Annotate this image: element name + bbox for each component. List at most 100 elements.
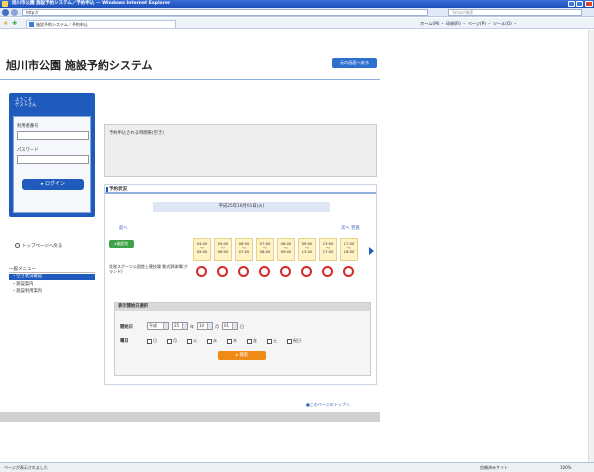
year-unit: 年 — [190, 324, 194, 329]
login-panel: ようこそ ゲストさん 利用者番号 パスワード ▸ ログイン — [9, 93, 95, 217]
status-header: 予約状況 — [105, 185, 376, 194]
month-select[interactable]: 10 — [197, 322, 213, 330]
login-form: 利用者番号 パスワード ▸ ログイン — [13, 116, 91, 213]
checkbox-icon — [207, 338, 212, 344]
prev-link[interactable]: 前へ — [119, 225, 128, 231]
page-top-link[interactable]: ■このページのトップへ — [306, 402, 350, 408]
available-slot-circle[interactable] — [217, 266, 228, 277]
sidebar-item-usage-guide[interactable]: ・施設利用案内 — [9, 289, 95, 295]
top-page-link-label: トップページへ戻る — [22, 244, 63, 249]
forward-button[interactable] — [11, 9, 18, 16]
start-date-label: 開始日 — [120, 325, 133, 330]
weekday-checkbox[interactable]: 金 — [247, 338, 257, 344]
weekday-checkbox[interactable]: 日 — [147, 338, 157, 344]
sidebar-item-availability[interactable]: ・空き状況確認 — [9, 274, 95, 280]
time-slot-table: ▸施設別 04:00 ～ 05:00 05:00 ～ 06:00 06:00 ～ 07:00… — [109, 238, 364, 281]
chevron-down-icon — [232, 323, 237, 329]
search-button[interactable]: ▸ 検索 — [218, 351, 266, 360]
ie-icon — [2, 1, 8, 7]
start-date-form: 表示開始日選択 開始日 平成 25 年 10 月 01 日 曜日 日 月 火 水… — [114, 302, 371, 376]
checkbox-icon — [167, 338, 172, 344]
available-slot-circle[interactable] — [322, 266, 333, 277]
window-title: 旭川市公園 施設予約システム／予約申込 － Windows Internet E… — [12, 1, 171, 6]
status-text: ページが表示されました — [4, 465, 48, 470]
scroll-right-arrow-icon[interactable] — [369, 247, 374, 255]
page-icon — [29, 22, 34, 27]
weekday-checkbox[interactable]: 火 — [187, 338, 197, 344]
facility-view-button[interactable]: ▸施設別 — [109, 240, 134, 248]
menu-divider — [9, 272, 95, 273]
user-id-field[interactable] — [17, 131, 89, 140]
vertical-scrollbar[interactable] — [588, 30, 594, 462]
available-slot-circle[interactable] — [301, 266, 312, 277]
next-link[interactable]: 次へ 翌週 — [341, 225, 360, 231]
tab-current[interactable]: 施設予約システム／予約申込 — [26, 20, 176, 28]
tab-title: 施設予約システム／予約申込 — [36, 22, 88, 27]
weekday-checkbox[interactable]: 土 — [267, 338, 277, 344]
checkbox-icon — [287, 338, 292, 344]
window-title-bar: 旭川市公園 施設予約システム／予約申込 － Windows Internet E… — [0, 0, 594, 8]
message-box: 予約申込される時間帯(空き) — [104, 124, 377, 177]
message-text: 予約申込される時間帯(空き) — [109, 131, 164, 136]
user-id-label: 利用者番号 — [17, 124, 39, 129]
available-slot-circle[interactable] — [280, 266, 291, 277]
day-select[interactable]: 01 — [222, 322, 238, 330]
checkbox-icon — [267, 338, 272, 344]
weekday-checkbox[interactable]: 水 — [207, 338, 217, 344]
site-title: 旭川市公園 施設予約システム — [6, 59, 153, 72]
weekday-checkbox[interactable]: 木 — [227, 338, 237, 344]
checkbox-icon — [247, 338, 252, 344]
day-unit: 日 — [240, 324, 244, 329]
add-favorite-icon[interactable]: ✚ — [12, 20, 17, 27]
reservation-status-panel: 予約状況 平成25年10月01日(火) 前へ 次へ 翌週 ▸施設別 04:00 ～… — [104, 184, 377, 385]
browser-status-bar: ページが表示されました 信頼済みサイト 100% — [0, 462, 594, 472]
facility-name: 花咲スポーツ公園陸上競技場 軟式野球場(グランド) — [109, 264, 188, 274]
form-title: 表示開始日選択 — [115, 303, 370, 311]
header-divider — [0, 79, 380, 80]
url-field[interactable]: http:// — [22, 9, 428, 16]
year-select[interactable]: 25 — [172, 322, 188, 330]
welcome-text: ようこそ ゲストさん — [15, 98, 37, 108]
minimize-button[interactable] — [568, 1, 575, 7]
time-slot-header: 17:00 ～ 18:00 — [340, 238, 358, 261]
password-field[interactable] — [17, 155, 89, 164]
maximize-button[interactable] — [576, 1, 583, 7]
time-slot-header: 09:00 ～ 13:00 — [298, 238, 316, 261]
close-window-button[interactable] — [585, 1, 593, 7]
checkbox-icon — [147, 338, 152, 344]
available-slot-circle[interactable] — [259, 266, 270, 277]
checkbox-icon — [227, 338, 232, 344]
page-content: 旭川市公園 施設予約システム 元の画面へ戻る ようこそ ゲストさん 利用者番号 … — [0, 30, 594, 462]
time-slot-header: 06:00 ～ 07:00 — [235, 238, 253, 261]
chevron-down-icon — [182, 323, 187, 329]
available-slot-circle[interactable] — [343, 266, 354, 277]
weekday-checkbox[interactable]: 祝日 — [287, 338, 301, 344]
weekday-label: 曜日 — [120, 339, 129, 344]
time-slot-header: 05:00 ～ 06:00 — [214, 238, 232, 261]
return-button[interactable]: 元の画面へ戻る — [332, 58, 377, 68]
current-date: 平成25年10月01日(火) — [153, 202, 330, 212]
available-slot-circle[interactable] — [238, 266, 249, 277]
favorites-bar: ★ ✚ 施設予約システム／予約申込 ホーム(M) ・ 印刷(R) ・ ページ(P… — [0, 18, 594, 29]
checkbox-icon — [187, 338, 192, 344]
time-slot-header: 13:00 ～ 17:00 — [319, 238, 337, 261]
chevron-down-icon — [163, 323, 168, 329]
address-bar: http:// Yahoo!検索 — [0, 8, 594, 17]
chevron-down-icon — [207, 323, 212, 329]
login-button[interactable]: ▸ ログイン — [22, 179, 84, 190]
favorites-star-icon[interactable]: ★ — [3, 20, 8, 27]
command-bar[interactable]: ホーム(M) ・ 印刷(R) ・ ページ(P) ・ ツール(O) ・ — [420, 20, 517, 27]
search-field[interactable]: Yahoo!検索 — [448, 9, 582, 16]
arrow-circle-icon — [15, 243, 20, 248]
weekday-checkbox[interactable]: 月 — [167, 338, 177, 344]
zoom-level[interactable]: 100% — [560, 463, 571, 472]
footer-band — [0, 412, 380, 422]
time-slot-header: 08:00 ～ 09:00 — [277, 238, 295, 261]
back-button[interactable] — [2, 9, 9, 16]
available-slot-circle[interactable] — [196, 266, 207, 277]
era-select[interactable]: 平成 — [147, 322, 169, 330]
sidebar-item-facility-guide[interactable]: ・施設案内 — [9, 282, 95, 288]
time-slot-header: 04:00 ～ 05:00 — [193, 238, 211, 261]
security-zone: 信頼済みサイト — [480, 465, 508, 470]
top-page-link[interactable]: トップページへ戻る — [15, 243, 62, 249]
